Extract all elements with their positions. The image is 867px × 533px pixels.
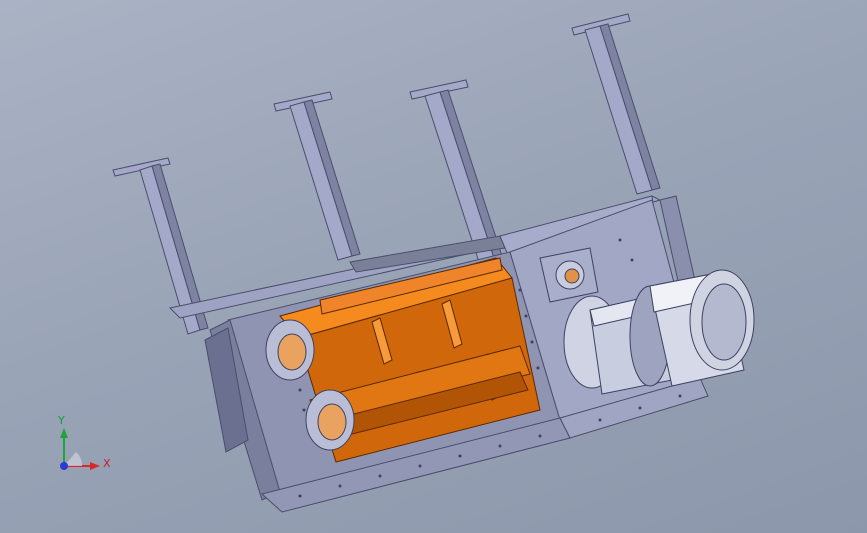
cad-model-drawing[interactable]: [0, 0, 867, 533]
z-axis-dot: [60, 462, 68, 470]
x-axis-arrow: [90, 462, 100, 470]
triad-y-label: Y: [58, 414, 65, 427]
triad-x-label: X: [103, 457, 111, 470]
right-bearing: [539, 247, 599, 303]
3d-viewport[interactable]: Y X: [0, 0, 867, 533]
y-axis-arrow: [60, 428, 68, 438]
coordinate-triad: [60, 428, 100, 470]
